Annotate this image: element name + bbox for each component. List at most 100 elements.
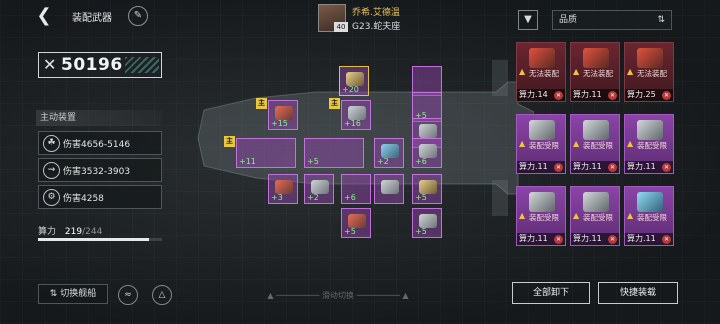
capacity-label: 算力 219/244 <box>38 224 102 237</box>
gear-icon: ⚙ <box>43 189 60 206</box>
card-warning-text: 装配受限 <box>529 141 559 150</box>
active-skill-2[interactable]: ⇝ 伤害3532-3903 <box>38 158 162 182</box>
ship-slot[interactable]: +2 <box>304 174 334 204</box>
quality-dropdown[interactable]: 品质 ⇅ <box>552 10 672 30</box>
pilot-level: 40 <box>334 22 348 32</box>
ship-slot[interactable]: +6 <box>341 174 371 204</box>
ship-slot[interactable]: +11 <box>236 138 296 168</box>
ship-layout: +20 +5 +15 主 +16 主 +11 主 +5 +2 +6 +3 +2 +6 +5 +5 +5 <box>196 52 534 242</box>
ship-slot[interactable] <box>374 174 404 204</box>
skill-label: 伤害4258 <box>63 194 104 204</box>
warning-icon: ▲ <box>573 67 580 76</box>
unavailable-icon: ✕ <box>662 91 671 100</box>
main-slot-tag: 主 <box>256 98 267 109</box>
unequip-all-button[interactable]: 全部卸下 <box>512 282 590 304</box>
inventory-card[interactable]: ▲ 装配受限 算力.11 ✕ <box>624 186 674 246</box>
back-button[interactable]: ❮ <box>34 6 54 26</box>
crossed-swords-icon: ✕ <box>43 55 57 74</box>
ship-slot[interactable]: +5 <box>304 138 364 168</box>
fleet-icon[interactable]: △ <box>152 285 172 305</box>
skill-label: 伤害3532-3903 <box>63 167 131 177</box>
equipped-weapon-icon <box>419 180 437 194</box>
active-devices-header: 主动装置 <box>36 110 162 126</box>
ship-slot[interactable]: +5 <box>412 174 442 204</box>
capacity-total: /244 <box>82 227 103 237</box>
blade-icon: ⇝ <box>43 162 60 179</box>
capacity-bar <box>38 238 162 241</box>
weapon-thumbnail-icon <box>637 48 663 68</box>
ship-slot[interactable]: +2 <box>374 138 404 168</box>
ship-slot[interactable]: +5 <box>412 208 442 238</box>
equipped-weapon-icon <box>275 180 293 194</box>
ship-slot[interactable]: +20 <box>339 66 369 96</box>
sort-icon: ⇅ <box>657 15 665 25</box>
warning-icon: ▲ <box>519 67 526 76</box>
slot-bonus: +6 <box>344 193 356 202</box>
inventory-card[interactable]: ▲ 装配受限 算力.11 ✕ <box>570 186 620 246</box>
edit-icon[interactable]: ✎ <box>128 6 148 26</box>
equipped-weapon-icon <box>419 144 437 158</box>
filter-icon[interactable]: ▼ <box>518 10 538 30</box>
ship-slot[interactable]: +16 <box>341 100 371 130</box>
ship-slot[interactable]: +15 <box>268 100 298 130</box>
active-skill-1[interactable]: ☘ 伤害4656-5146 <box>38 131 162 155</box>
warning-icon: ▲ <box>573 139 580 148</box>
weapon-thumbnail-icon <box>529 192 555 212</box>
equipped-weapon-icon <box>381 180 399 194</box>
card-warning-text: 无法装配 <box>583 69 613 78</box>
quick-equip-button[interactable]: 快捷装载 <box>598 282 678 304</box>
weapon-thumbnail-icon <box>583 120 609 140</box>
capacity-title: 算力 <box>38 227 57 237</box>
equipped-weapon-icon <box>275 106 293 120</box>
weapon-thumbnail-icon <box>583 48 609 68</box>
card-warning-text: 装配受限 <box>529 213 559 222</box>
warning-icon: ▲ <box>519 211 526 220</box>
quality-label: 品质 <box>559 15 578 25</box>
slot-bonus: +5 <box>344 227 356 236</box>
power-rating: ✕ 50196 <box>38 52 162 78</box>
weapon-thumbnail-icon <box>583 192 609 212</box>
ship-slot[interactable]: +5 <box>341 208 371 238</box>
inventory-card[interactable]: ▲ 装配受限 算力.11 ✕ <box>516 186 566 246</box>
switch-ship-button[interactable]: ⇅ 切换舰船 <box>38 284 108 304</box>
weapon-thumbnail-icon <box>637 192 663 212</box>
slot-bonus: +16 <box>344 119 361 128</box>
active-skill-3[interactable]: ⚙ 伤害4258 <box>38 185 162 209</box>
slot-bonus: +5 <box>307 157 319 166</box>
equipped-weapon-icon <box>348 106 366 120</box>
slot-bonus: +5 <box>415 193 427 202</box>
equipped-weapon-icon <box>348 214 366 228</box>
equipped-weapon-icon <box>419 124 437 138</box>
slot-bonus: +20 <box>342 85 359 94</box>
swipe-hint: ▲ ───────── 滑动切换 ───────── ▲ <box>267 291 409 300</box>
ship-slot[interactable]: +6 <box>412 138 442 168</box>
pilot-name: 乔希.艾德温 <box>352 8 400 18</box>
unavailable-icon: ✕ <box>608 163 617 172</box>
ship-name: G23.蛇夫座 <box>352 22 401 32</box>
inventory-card[interactable]: ▲ 装配受限 算力.11 ✕ <box>570 114 620 174</box>
inventory-card[interactable]: ▲ 无法装配 算力.11 ✕ <box>570 42 620 102</box>
inventory-card[interactable]: ▲ 无法装配 算力.25 ✕ <box>624 42 674 102</box>
warning-icon: ▲ <box>627 67 634 76</box>
inventory-grid: ▲ 无法装配 算力.14 ✕ ▲ 无法装配 算力.11 ✕ ▲ 无法装配 算力.25 ✕ ▲ 装配受限 算力… <box>516 42 676 272</box>
slot-bonus: +2 <box>307 193 319 202</box>
inventory-card[interactable]: ▲ 装配受限 算力.11 ✕ <box>516 114 566 174</box>
unavailable-icon: ✕ <box>608 235 617 244</box>
weapon-thumbnail-icon <box>529 48 555 68</box>
weapon-thumbnail-icon <box>529 120 555 140</box>
capacity-fill <box>38 238 150 241</box>
emblem-icon[interactable]: ≈ <box>118 285 138 305</box>
warning-icon: ▲ <box>627 211 634 220</box>
inventory-card[interactable]: ▲ 无法装配 算力.14 ✕ <box>516 42 566 102</box>
ship-slot[interactable]: +3 <box>268 174 298 204</box>
switch-ship-label: 切换舰船 <box>60 289 97 299</box>
unavailable-icon: ✕ <box>608 91 617 100</box>
slot-bonus: +6 <box>415 157 427 166</box>
main-slot-tag: 主 <box>329 98 340 109</box>
page-title: 装配武器 <box>72 13 112 24</box>
equipped-weapon-icon <box>381 144 399 158</box>
unavailable-icon: ✕ <box>554 91 563 100</box>
weapon-thumbnail-icon <box>637 120 663 140</box>
inventory-card[interactable]: ▲ 装配受限 算力.11 ✕ <box>624 114 674 174</box>
slot-bonus: +11 <box>239 157 256 166</box>
